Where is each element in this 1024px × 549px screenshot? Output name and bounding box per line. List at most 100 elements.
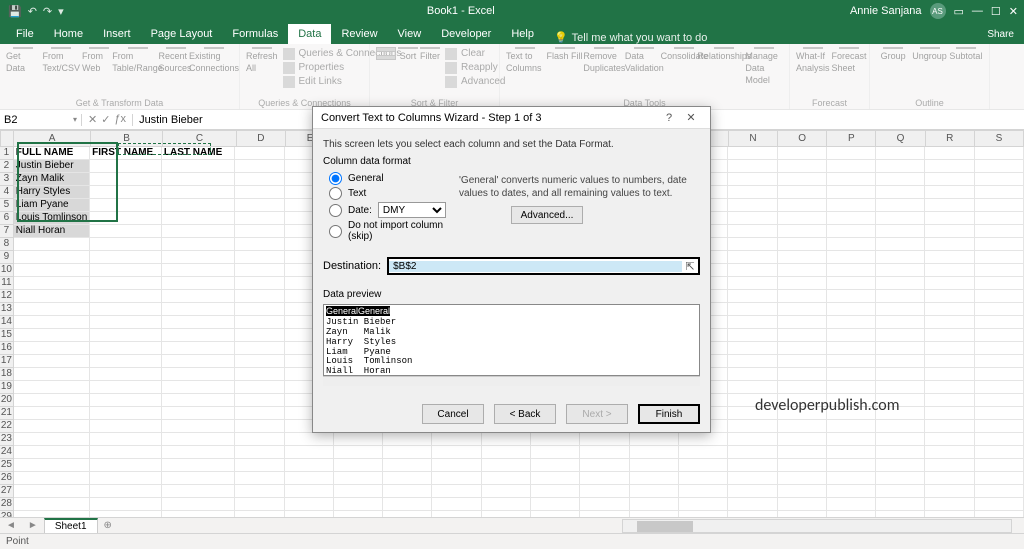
group-button[interactable]: Group bbox=[876, 47, 910, 60]
cell[interactable] bbox=[14, 498, 90, 511]
radio-date[interactable] bbox=[329, 204, 342, 217]
cell[interactable] bbox=[162, 264, 235, 277]
cell[interactable] bbox=[975, 446, 1024, 459]
cell[interactable] bbox=[728, 238, 777, 251]
cell[interactable] bbox=[235, 186, 284, 199]
cell[interactable] bbox=[162, 498, 235, 511]
row-header[interactable]: 7 bbox=[0, 225, 14, 238]
cell[interactable] bbox=[432, 485, 481, 498]
cell[interactable] bbox=[876, 355, 925, 368]
cell[interactable] bbox=[728, 485, 777, 498]
cell[interactable] bbox=[975, 199, 1024, 212]
cell[interactable] bbox=[162, 355, 235, 368]
cell[interactable] bbox=[14, 303, 90, 316]
cell[interactable] bbox=[679, 446, 728, 459]
cell[interactable] bbox=[975, 173, 1024, 186]
cell[interactable] bbox=[925, 251, 974, 264]
cell[interactable] bbox=[827, 472, 876, 485]
cell[interactable] bbox=[876, 199, 925, 212]
cell[interactable] bbox=[90, 238, 162, 251]
cell[interactable] bbox=[630, 472, 679, 485]
cell[interactable] bbox=[235, 212, 284, 225]
row-header[interactable]: 18 bbox=[0, 368, 14, 381]
sheet-tab[interactable]: Sheet1 bbox=[44, 518, 98, 533]
cell[interactable] bbox=[975, 472, 1024, 485]
cell[interactable] bbox=[975, 485, 1024, 498]
existing-conn-button[interactable]: Existing Connections bbox=[195, 47, 233, 60]
cell[interactable] bbox=[162, 485, 235, 498]
cell[interactable] bbox=[162, 342, 235, 355]
cell[interactable] bbox=[827, 459, 876, 472]
cell[interactable] bbox=[975, 251, 1024, 264]
cell[interactable] bbox=[14, 485, 90, 498]
cell[interactable] bbox=[975, 290, 1024, 303]
cell[interactable] bbox=[235, 420, 284, 433]
sort-az-button[interactable] bbox=[376, 47, 396, 60]
cell[interactable] bbox=[728, 173, 777, 186]
minimize-icon[interactable]: — bbox=[972, 5, 983, 17]
cell[interactable] bbox=[235, 459, 284, 472]
remove-dup-button[interactable]: Remove Duplicates bbox=[585, 47, 623, 60]
cell[interactable] bbox=[778, 498, 827, 511]
cell[interactable] bbox=[235, 446, 284, 459]
cell[interactable] bbox=[679, 472, 728, 485]
cell[interactable] bbox=[285, 459, 334, 472]
cell[interactable] bbox=[162, 329, 235, 342]
tab-review[interactable]: Review bbox=[331, 24, 387, 44]
cell[interactable] bbox=[975, 420, 1024, 433]
cell[interactable] bbox=[482, 459, 531, 472]
subtotal-button[interactable]: Subtotal bbox=[949, 47, 983, 60]
cell[interactable] bbox=[285, 433, 334, 446]
tab-file[interactable]: File bbox=[6, 24, 44, 44]
cell[interactable] bbox=[975, 186, 1024, 199]
refresh-all-button[interactable]: Refresh All bbox=[246, 47, 278, 60]
cell[interactable] bbox=[925, 485, 974, 498]
cell[interactable] bbox=[876, 225, 925, 238]
cell[interactable] bbox=[90, 290, 162, 303]
cell[interactable] bbox=[90, 472, 162, 485]
cell[interactable] bbox=[876, 160, 925, 173]
cell[interactable] bbox=[827, 485, 876, 498]
cell[interactable] bbox=[975, 407, 1024, 420]
cell[interactable] bbox=[827, 368, 876, 381]
col-header[interactable]: D bbox=[237, 130, 286, 147]
row-header[interactable]: 19 bbox=[0, 381, 14, 394]
row-header[interactable]: 17 bbox=[0, 355, 14, 368]
cell[interactable] bbox=[432, 498, 481, 511]
help-icon[interactable]: ? bbox=[658, 112, 680, 124]
cell[interactable] bbox=[778, 186, 827, 199]
cell[interactable] bbox=[14, 329, 90, 342]
cell[interactable] bbox=[90, 264, 162, 277]
cell[interactable] bbox=[14, 459, 90, 472]
cell[interactable] bbox=[876, 316, 925, 329]
cell[interactable]: Liam Pyane bbox=[14, 199, 90, 212]
get-data-button[interactable]: Get Data bbox=[6, 47, 41, 60]
user-name[interactable]: Annie Sanjana bbox=[850, 5, 922, 17]
col-header[interactable]: A bbox=[14, 130, 91, 147]
cell[interactable]: FIRST NAME bbox=[90, 147, 162, 160]
cell[interactable] bbox=[925, 212, 974, 225]
cell[interactable] bbox=[876, 303, 925, 316]
cell[interactable] bbox=[778, 199, 827, 212]
cell[interactable] bbox=[876, 342, 925, 355]
row-header[interactable]: 27 bbox=[0, 485, 14, 498]
cell[interactable] bbox=[728, 420, 777, 433]
tab-developer[interactable]: Developer bbox=[431, 24, 501, 44]
cell[interactable] bbox=[778, 264, 827, 277]
whatif-button[interactable]: What-If Analysis bbox=[796, 47, 830, 60]
cell[interactable] bbox=[235, 498, 284, 511]
tab-view[interactable]: View bbox=[388, 24, 432, 44]
row-header[interactable]: 2 bbox=[0, 160, 14, 173]
cell[interactable] bbox=[162, 420, 235, 433]
cell[interactable] bbox=[975, 238, 1024, 251]
cell[interactable] bbox=[975, 355, 1024, 368]
cell[interactable] bbox=[827, 342, 876, 355]
avatar[interactable]: AS bbox=[930, 3, 946, 19]
cell[interactable] bbox=[778, 342, 827, 355]
cell[interactable] bbox=[334, 472, 383, 485]
cell[interactable] bbox=[876, 498, 925, 511]
cell[interactable] bbox=[975, 225, 1024, 238]
row-header[interactable]: 6 bbox=[0, 212, 14, 225]
cell[interactable] bbox=[778, 160, 827, 173]
cell[interactable] bbox=[925, 355, 974, 368]
